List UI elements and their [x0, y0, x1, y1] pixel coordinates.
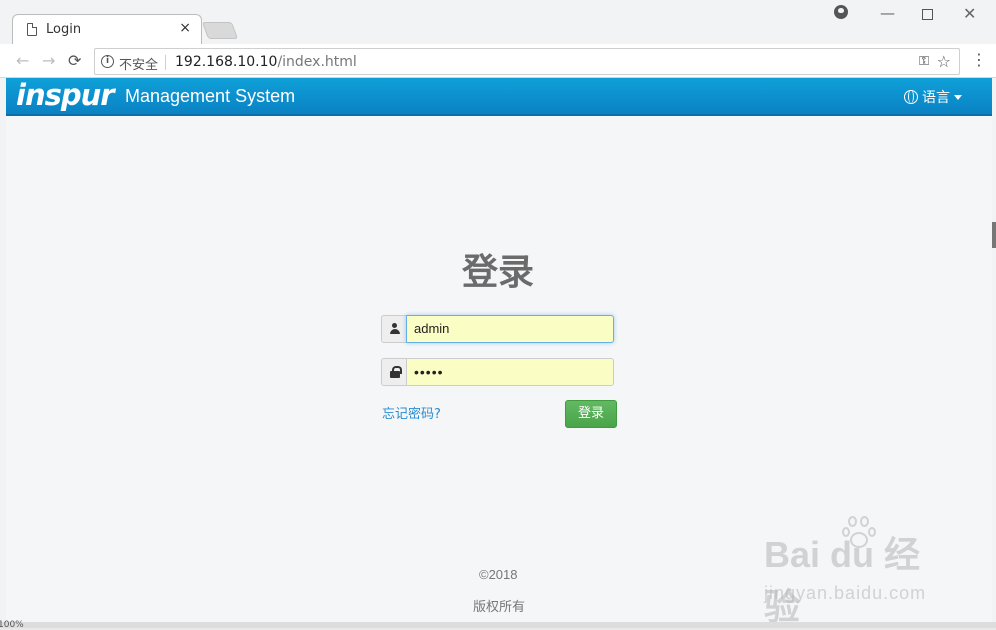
insecure-label[interactable]: 不安全 — [119, 54, 158, 73]
language-dropdown[interactable]: 语言 — [904, 87, 962, 107]
url-path: /index.html — [277, 54, 357, 70]
globe-icon — [904, 90, 918, 104]
app-name: Management System — [125, 86, 296, 106]
baidu-watermark: Bai du 经验 jingyan.baidu.com — [764, 516, 954, 627]
info-icon[interactable]: i — [101, 55, 114, 68]
back-arrow-icon[interactable]: ← — [16, 51, 29, 70]
title-bar: Login × — ✕ — [0, 0, 996, 44]
caret-down-icon — [954, 95, 962, 100]
url-host: 192.168.10.10 — [175, 54, 278, 70]
password-input[interactable]: ••••• — [406, 358, 614, 386]
page-icon — [27, 23, 37, 36]
scrollbar-thumb[interactable] — [992, 222, 996, 248]
user-icon — [390, 323, 400, 334]
username-addon — [381, 315, 407, 343]
browser-window: Login × — ✕ ← → ⟳ i 不安全 192.168.10.10/in… — [0, 0, 996, 630]
username-input[interactable]: admin — [406, 315, 614, 343]
zoom-level: 100% — [0, 620, 24, 630]
lock-icon — [390, 366, 402, 378]
password-value: ••••• — [414, 364, 444, 380]
reload-icon[interactable]: ⟳ — [68, 51, 81, 70]
rights-text: 版权所有 — [473, 600, 526, 615]
maximize-icon[interactable] — [922, 9, 933, 20]
profile-icon[interactable] — [834, 5, 848, 19]
address-bar[interactable]: i 不安全 192.168.10.10/index.html ⚿ ☆ — [94, 48, 960, 75]
password-addon — [381, 358, 407, 386]
key-icon[interactable]: ⚿ — [919, 54, 929, 69]
browser-tab[interactable]: Login × — [12, 14, 202, 44]
tab-title: Login — [46, 22, 82, 37]
password-group: ••••• — [381, 358, 614, 386]
watermark-sub: jingyan.baidu.com — [764, 583, 927, 603]
browser-toolbar: ← → ⟳ i 不安全 192.168.10.10/index.html ⚿ ☆… — [0, 44, 996, 78]
web-page: inspur Management System 语言 登录 admin •••… — [6, 78, 992, 627]
language-label: 语言 — [922, 90, 950, 106]
bookmark-star-icon[interactable]: ☆ — [937, 52, 951, 71]
forward-arrow-icon[interactable]: → — [42, 51, 55, 70]
new-tab-button[interactable] — [201, 22, 239, 39]
copyright-text: ©2018 — [479, 567, 518, 582]
divider — [165, 55, 166, 70]
inspur-logo: inspur — [16, 78, 115, 112]
username-value: admin — [414, 321, 450, 336]
tab-close-icon[interactable]: × — [179, 20, 191, 36]
forgot-password-link[interactable]: 忘记密码? — [382, 403, 441, 422]
url-text[interactable]: 192.168.10.10/index.html — [175, 54, 357, 70]
status-bar — [0, 622, 996, 628]
browser-menu-icon[interactable]: ⋮ — [971, 50, 987, 69]
login-button[interactable]: 登录 — [565, 400, 617, 428]
close-window-icon[interactable]: ✕ — [963, 4, 976, 23]
minimize-icon[interactable]: — — [880, 4, 895, 22]
watermark-main: Bai du 经验 — [764, 534, 921, 627]
username-group: admin — [381, 315, 614, 343]
app-navbar: inspur Management System 语言 — [6, 78, 992, 116]
login-title: 登录 — [462, 252, 535, 293]
